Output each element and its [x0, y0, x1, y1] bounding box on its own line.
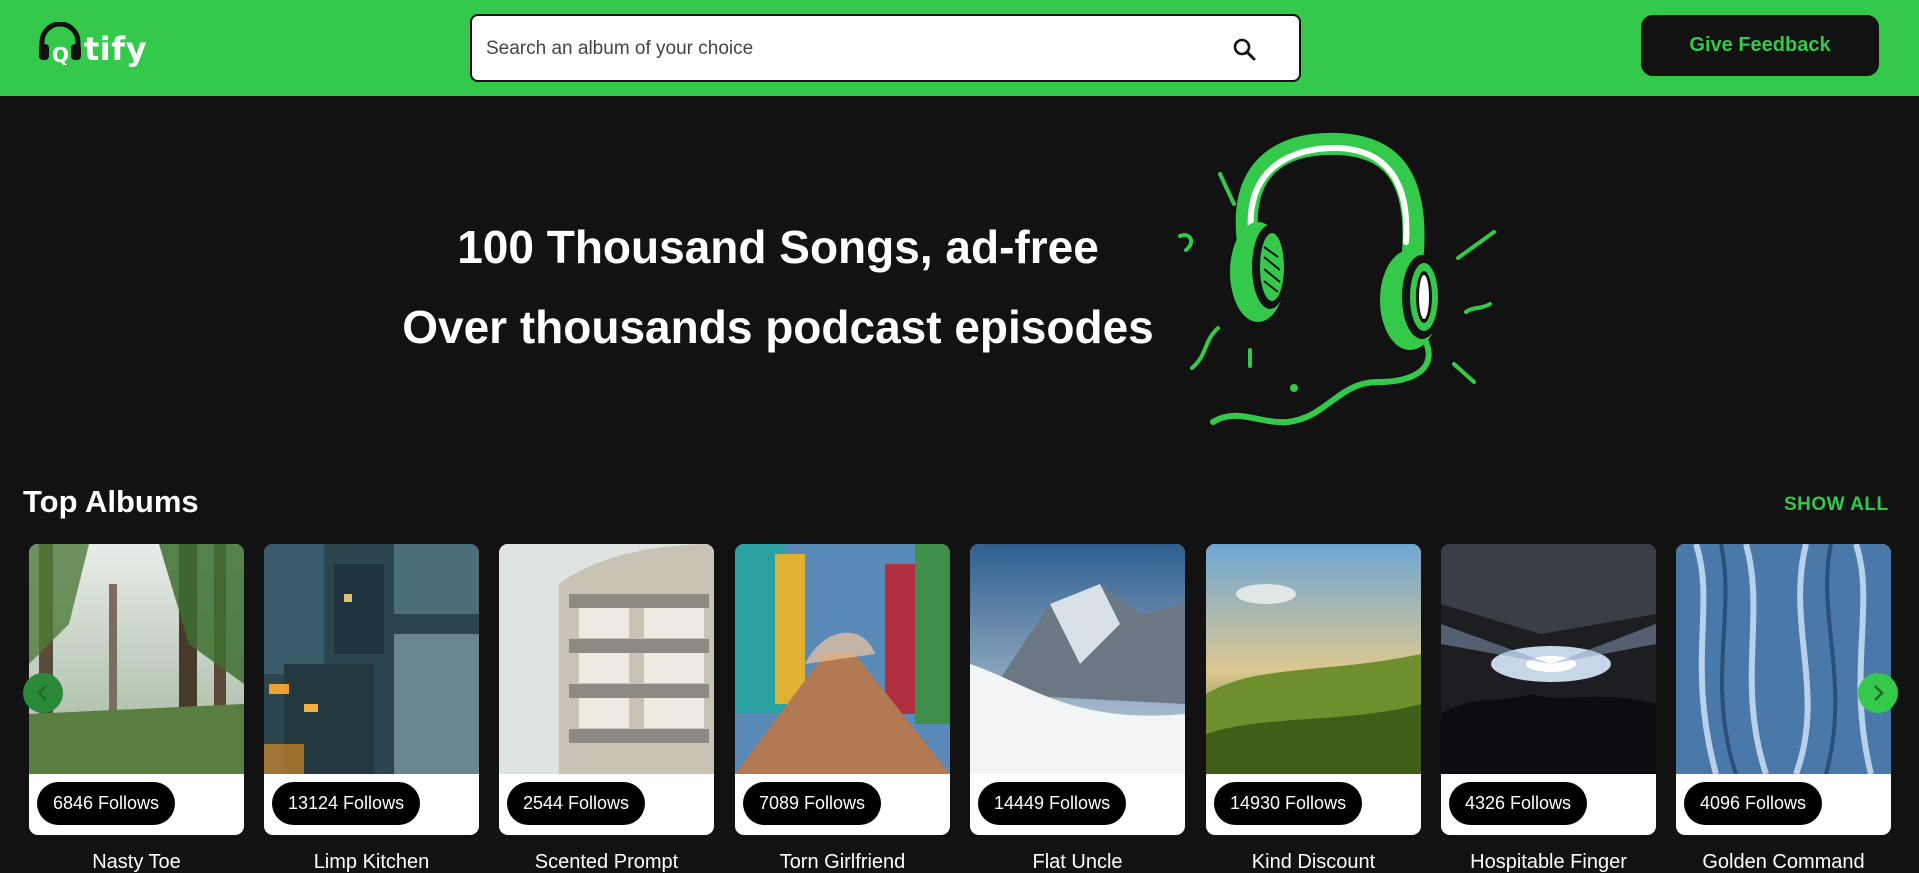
album-cover-building — [499, 544, 714, 774]
follows-badge: 2544 Follows — [507, 782, 646, 825]
album-card-box: 2544 Follows — [499, 544, 714, 835]
album-cover-city — [264, 544, 479, 774]
album-card[interactable]: 14930 Follows Kind Discount — [1206, 544, 1421, 873]
chevron-left-icon — [37, 685, 47, 701]
album-card-box: 14449 Follows — [970, 544, 1185, 835]
album-cover-mountain — [970, 544, 1185, 774]
search-button[interactable] — [1231, 36, 1259, 64]
album-card-box: 14930 Follows — [1206, 544, 1421, 835]
album-name[interactable]: Hospitable Finger — [1441, 851, 1656, 873]
album-cover-grass — [1206, 544, 1421, 774]
show-all-link[interactable]: SHOW ALL — [1784, 494, 1889, 516]
headphones-illustration-icon — [1178, 132, 1496, 426]
carousel-next-button[interactable] — [1858, 673, 1898, 713]
album-card[interactable]: 4326 Follows Hospitable Finger — [1441, 544, 1656, 873]
section-title: Top Albums — [23, 484, 199, 519]
search-icon — [1233, 38, 1256, 61]
logo-text: tify — [84, 30, 148, 68]
album-card-box: 13124 Follows — [264, 544, 479, 835]
svg-text:Q: Q — [52, 43, 69, 66]
album-card[interactable]: 7089 Follows Torn Girlfriend — [735, 544, 950, 873]
album-card[interactable]: 13124 Follows Limp Kitchen — [264, 544, 479, 873]
album-card[interactable]: 14449 Follows Flat Uncle — [970, 544, 1185, 873]
follows-badge: 7089 Follows — [743, 782, 882, 825]
follows-badge: 14449 Follows — [978, 782, 1127, 825]
album-card[interactable]: 2544 Follows Scented Prompt — [499, 544, 714, 873]
album-cover-forest — [29, 544, 244, 774]
navbar: Q tify Give Feedback — [0, 0, 1919, 96]
album-name[interactable]: Golden Command — [1676, 851, 1891, 873]
follows-badge: 6846 Follows — [37, 782, 176, 825]
search-bar — [470, 14, 1301, 82]
follows-badge: 13124 Follows — [272, 782, 421, 825]
albums-carousel: 6846 Follows Nasty Toe 13124 Follows Lim… — [0, 544, 1919, 873]
give-feedback-button[interactable]: Give Feedback — [1641, 15, 1879, 76]
album-name[interactable]: Nasty Toe — [29, 851, 244, 873]
album-card[interactable]: 4096 Follows Golden Command — [1676, 544, 1891, 873]
logo[interactable]: Q tify — [38, 22, 147, 74]
album-card-box: 7089 Follows — [735, 544, 950, 835]
album-cover-concert — [1441, 544, 1656, 774]
album-name[interactable]: Flat Uncle — [970, 851, 1185, 873]
album-name[interactable]: Torn Girlfriend — [735, 851, 950, 873]
album-name[interactable]: Kind Discount — [1206, 851, 1421, 873]
headphones-logo-icon: Q — [39, 22, 81, 66]
album-card-box: 4326 Follows — [1441, 544, 1656, 835]
album-cover-street — [735, 544, 950, 774]
carousel-prev-button[interactable] — [23, 673, 63, 713]
search-input[interactable] — [486, 31, 1206, 67]
album-cover-terrain — [1676, 544, 1891, 776]
album-name[interactable]: Scented Prompt — [499, 851, 714, 873]
album-name[interactable]: Limp Kitchen — [264, 851, 479, 873]
follows-badge: 4096 Follows — [1684, 782, 1823, 825]
follows-badge: 4326 Follows — [1449, 782, 1588, 825]
chevron-right-icon — [1874, 685, 1884, 701]
follows-badge: 14930 Follows — [1214, 782, 1363, 825]
album-card[interactable]: 6846 Follows Nasty Toe — [29, 544, 244, 873]
